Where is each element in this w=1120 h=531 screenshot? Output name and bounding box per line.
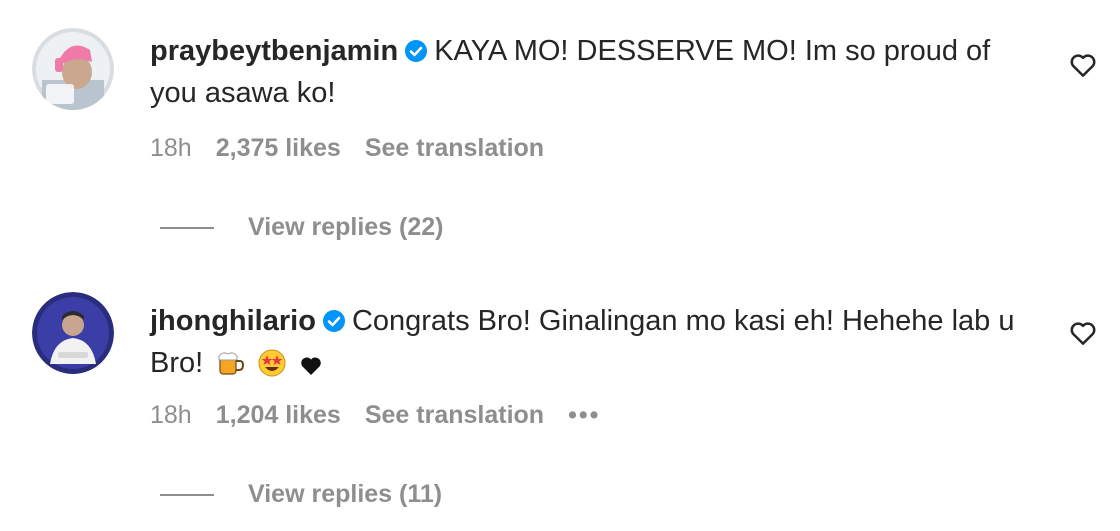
avatar[interactable] <box>32 28 114 110</box>
profile-avatar-icon <box>32 28 114 110</box>
verified-badge-icon <box>405 40 428 62</box>
username[interactable]: jhonghilario <box>150 305 316 337</box>
likes-count[interactable]: 2,375 likes <box>216 134 341 162</box>
view-replies-label: View replies (22) <box>248 213 444 241</box>
comment-time: 18h <box>150 134 192 162</box>
replies-divider <box>160 494 214 497</box>
comment-meta: 18h 2,375 likes See translation <box>150 134 568 163</box>
avatar[interactable] <box>32 292 114 374</box>
see-translation-link[interactable]: See translation <box>365 401 544 429</box>
like-heart-icon[interactable] <box>1068 50 1098 80</box>
comment-text-block: jhonghilario Congrats Bro! Ginalingan mo … <box>150 300 1030 384</box>
see-translation-link[interactable]: See translation <box>365 134 544 162</box>
profile-avatar-icon <box>32 292 114 374</box>
verified-badge-icon <box>322 310 345 332</box>
username[interactable]: praybeytbenjamin <box>150 35 398 67</box>
star-struck-emoji <box>258 349 286 377</box>
comment-text-block: praybeytbenjamin KAYA MO! DESSERVE MO! Im… <box>150 30 1030 114</box>
view-replies-button[interactable]: View replies (11) <box>160 480 442 509</box>
beer-mug-emoji <box>218 352 245 375</box>
view-replies-button[interactable]: View replies (22) <box>160 213 443 242</box>
like-heart-icon[interactable] <box>1068 318 1098 348</box>
comment-meta: 18h 1,204 likes See translation ••• <box>150 401 624 430</box>
replies-divider <box>160 227 214 230</box>
comment-time: 18h <box>150 401 192 429</box>
black-heart-emoji <box>301 357 322 375</box>
view-replies-label: View replies (11) <box>248 480 443 508</box>
likes-count[interactable]: 1,204 likes <box>216 401 341 429</box>
more-options-icon[interactable]: ••• <box>568 401 600 429</box>
